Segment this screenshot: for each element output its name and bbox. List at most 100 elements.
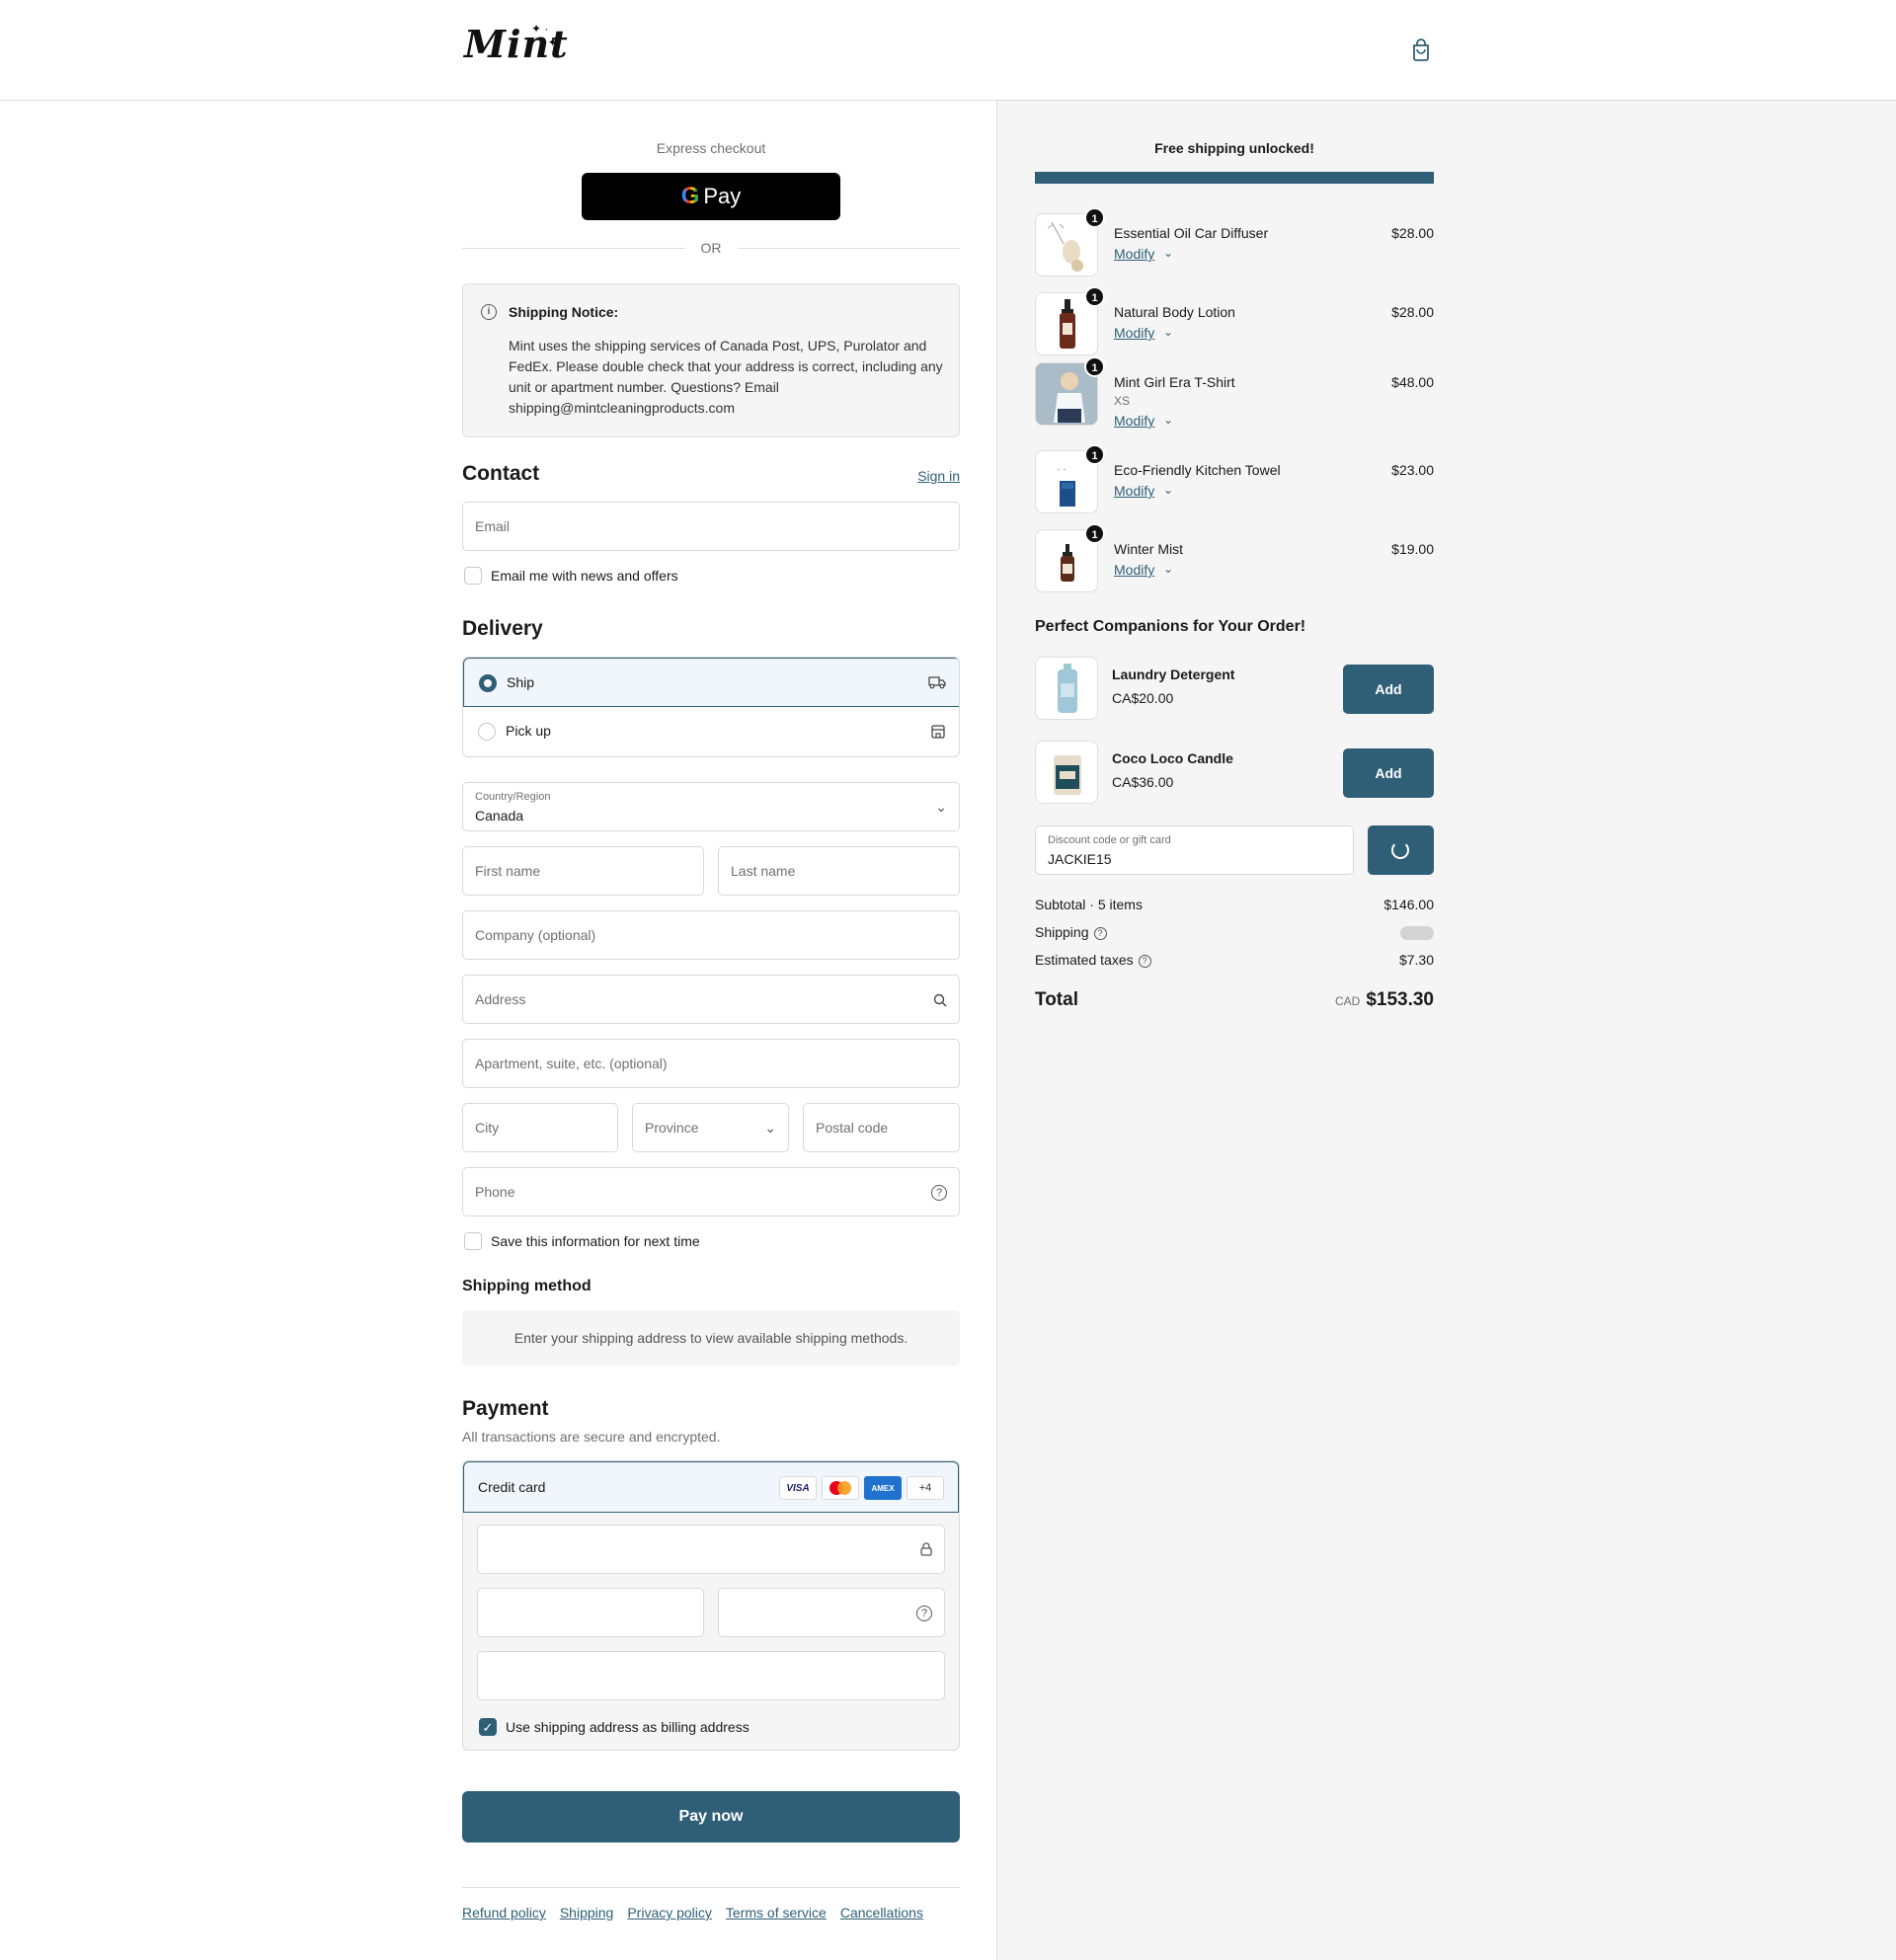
- cancellations-link[interactable]: Cancellations: [840, 1905, 923, 1921]
- ship-radio[interactable]: [479, 674, 497, 692]
- companion-item: Coco Loco Candle CA$36.00 Add: [1035, 741, 1434, 804]
- discount-code-field[interactable]: Discount code or gift card JACKIE15: [1035, 825, 1354, 875]
- modify-link[interactable]: Modify: [1114, 562, 1154, 578]
- or-text: OR: [700, 240, 722, 256]
- or-divider: OR: [462, 238, 960, 258]
- delivery-option-ship[interactable]: Ship: [463, 658, 959, 707]
- billing-same-checkbox[interactable]: ✓: [479, 1718, 497, 1736]
- delivery-title: Delivery: [462, 617, 543, 640]
- sign-in-link[interactable]: Sign in: [917, 468, 960, 484]
- address-field[interactable]: Address: [462, 975, 960, 1024]
- city-placeholder: City: [475, 1120, 500, 1136]
- province-select[interactable]: Province ⌄: [632, 1103, 789, 1152]
- mastercard-icon: [822, 1476, 859, 1500]
- company-field[interactable]: Company (optional): [462, 910, 960, 960]
- apartment-field[interactable]: Apartment, suite, etc. (optional): [462, 1039, 960, 1088]
- security-code-field[interactable]: ?: [718, 1588, 945, 1637]
- province-placeholder: Province: [645, 1120, 699, 1136]
- companions-title: Perfect Companions for Your Order!: [1035, 618, 1306, 635]
- delivery-option-pickup[interactable]: Pick up: [463, 707, 959, 756]
- phone-field[interactable]: Phone ?: [462, 1167, 960, 1216]
- shopping-bag-icon[interactable]: [1410, 38, 1432, 61]
- item-price: $23.00: [1391, 462, 1434, 478]
- card-number-field[interactable]: [477, 1525, 945, 1574]
- help-icon[interactable]: ?: [1138, 954, 1151, 968]
- apply-discount-button[interactable]: [1368, 825, 1434, 875]
- quantity-badge: 1: [1084, 207, 1105, 228]
- save-info-label: Save this information for next time: [491, 1233, 700, 1249]
- billing-same-label: Use shipping address as billing address: [506, 1719, 750, 1735]
- first-name-placeholder: First name: [475, 863, 541, 879]
- modify-link[interactable]: Modify: [1114, 483, 1154, 499]
- amex-icon: AMEX: [864, 1476, 902, 1500]
- country-label: Country/Region: [475, 791, 551, 803]
- credit-card-option[interactable]: Credit card VISA AMEX +4: [463, 1461, 959, 1513]
- item-name: Winter Mist: [1114, 541, 1183, 557]
- companion-name: Laundry Detergent: [1112, 666, 1235, 682]
- companion-name: Coco Loco Candle: [1112, 750, 1233, 766]
- subtotal-label: Subtotal · 5 items: [1035, 897, 1143, 912]
- postal-code-field[interactable]: Postal code: [803, 1103, 960, 1152]
- help-icon[interactable]: ?: [1093, 926, 1107, 940]
- item-name: Essential Oil Car Diffuser: [1114, 225, 1269, 241]
- shipping-notice: i Shipping Notice: Mint uses the shippin…: [462, 283, 960, 437]
- city-field[interactable]: City: [462, 1103, 618, 1152]
- progress-fill: [1035, 172, 1434, 184]
- footer-links: Refund policy Shipping Privacy policy Te…: [462, 1905, 923, 1921]
- modify-link[interactable]: Modify: [1114, 413, 1154, 429]
- modify-link[interactable]: Modify: [1114, 246, 1154, 262]
- chevron-down-icon[interactable]: ⌄: [1163, 483, 1173, 497]
- discount-label: Discount code or gift card: [1048, 834, 1171, 846]
- chevron-down-icon[interactable]: ⌄: [1163, 562, 1173, 576]
- privacy-policy-link[interactable]: Privacy policy: [627, 1905, 712, 1921]
- product-thumbnail: [1035, 657, 1098, 720]
- last-name-field[interactable]: Last name: [718, 846, 960, 896]
- expiry-field[interactable]: [477, 1588, 704, 1637]
- pay-now-button[interactable]: Pay now: [462, 1791, 960, 1842]
- news-checkbox[interactable]: [464, 567, 482, 585]
- help-icon[interactable]: ?: [916, 1605, 932, 1622]
- total-row: Total CAD $153.30: [1035, 989, 1434, 1011]
- company-placeholder: Company (optional): [475, 927, 596, 943]
- express-checkout-label: Express checkout: [656, 140, 766, 156]
- name-on-card-field[interactable]: [477, 1651, 945, 1700]
- google-g-icon: G: [680, 183, 700, 209]
- pickup-radio[interactable]: [478, 723, 496, 741]
- card-logos: VISA AMEX +4: [779, 1476, 944, 1500]
- payment-methods: Credit card VISA AMEX +4 ? ✓ Use shippin…: [462, 1460, 960, 1751]
- email-field[interactable]: Email: [462, 502, 960, 551]
- news-label: Email me with news and offers: [491, 568, 678, 584]
- store-icon: [931, 725, 945, 739]
- svg-text:▪ ▫ ▪: ▪ ▫ ▪: [1058, 467, 1066, 473]
- refund-policy-link[interactable]: Refund policy: [462, 1905, 546, 1921]
- shipping-method-title: Shipping method: [462, 1278, 592, 1294]
- save-info-checkbox[interactable]: [464, 1232, 482, 1250]
- first-name-field[interactable]: First name: [462, 846, 704, 896]
- contact-title: Contact: [462, 462, 540, 485]
- taxes-row: Estimated taxes? $7.30: [1035, 952, 1434, 968]
- item-price: $48.00: [1391, 374, 1434, 390]
- chevron-down-icon[interactable]: ⌄: [1163, 246, 1173, 260]
- help-icon[interactable]: ?: [931, 1184, 947, 1202]
- truck-icon: [928, 676, 946, 689]
- terms-link[interactable]: Terms of service: [726, 1905, 827, 1921]
- shipping-link[interactable]: Shipping: [560, 1905, 614, 1921]
- add-coco-loco-candle-button[interactable]: Add: [1343, 748, 1434, 798]
- item-price: $28.00: [1391, 225, 1434, 241]
- item-price: $19.00: [1391, 541, 1434, 557]
- subtotal-row: Subtotal · 5 items $146.00: [1035, 897, 1434, 912]
- product-thumbnail: [1035, 741, 1098, 804]
- postal-placeholder: Postal code: [816, 1120, 889, 1136]
- companion-price: CA$20.00: [1112, 690, 1174, 706]
- loading-spinner-icon: [1391, 841, 1409, 859]
- google-pay-button[interactable]: G Pay: [582, 173, 840, 220]
- discount-value: JACKIE15: [1048, 851, 1112, 867]
- visa-icon: VISA: [779, 1476, 817, 1500]
- add-laundry-detergent-button[interactable]: Add: [1343, 665, 1434, 714]
- country-select[interactable]: Country/Region Canada ⌄: [462, 782, 960, 831]
- shipping-row: Shipping?: [1035, 924, 1434, 940]
- chevron-down-icon[interactable]: ⌄: [1163, 325, 1173, 339]
- shipping-label: Shipping: [1035, 924, 1089, 940]
- modify-link[interactable]: Modify: [1114, 325, 1154, 341]
- chevron-down-icon[interactable]: ⌄: [1163, 413, 1173, 427]
